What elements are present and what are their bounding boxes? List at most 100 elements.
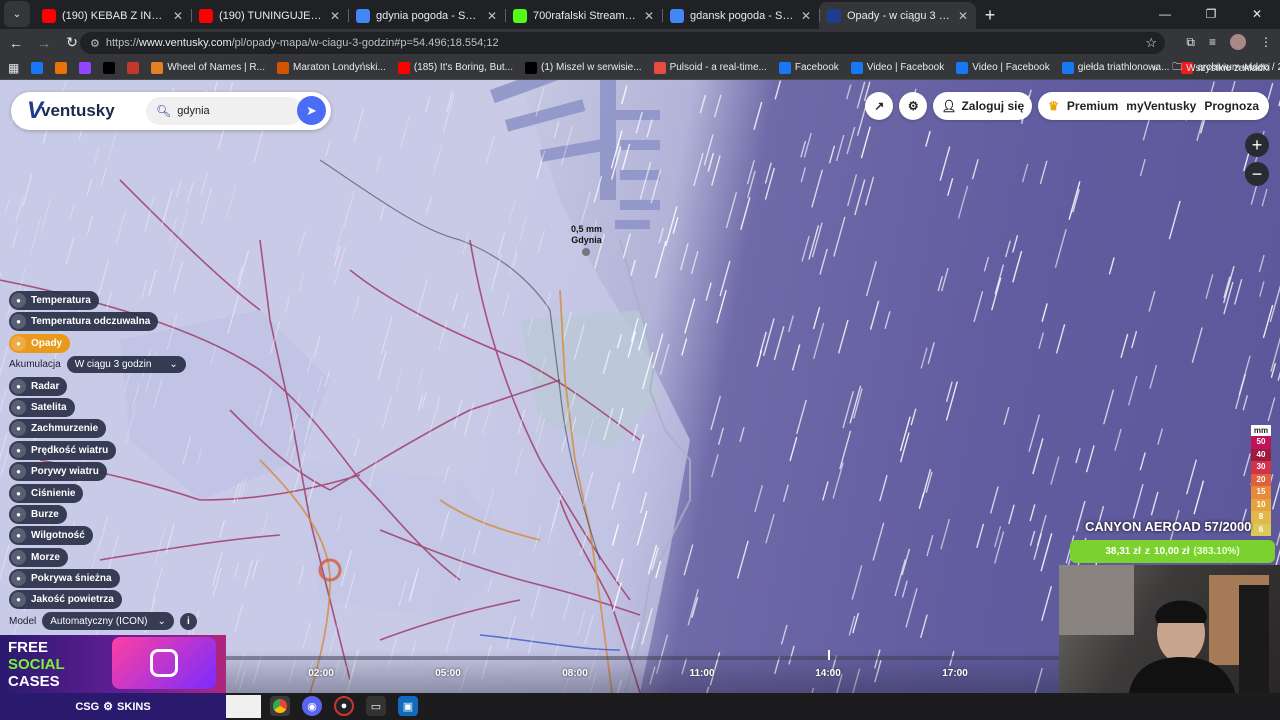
bookmark-item[interactable]: Video | Facebook	[956, 61, 1050, 74]
thermometer-feel-icon: ●	[11, 314, 26, 330]
bookmark-item[interactable]: (185) It's Boring, But...	[397, 61, 513, 74]
timeline-hour-label[interactable]: 08:00	[555, 668, 595, 679]
close-tab-icon[interactable]: ✕	[330, 9, 340, 23]
bookmark-item[interactable]: Facebook	[778, 61, 839, 74]
layer-button[interactable]: ● Porywy wiatru	[9, 462, 107, 482]
locate-me-button[interactable]: ➤	[297, 96, 326, 125]
my-ventusky-button[interactable]: myVentusky	[1126, 99, 1196, 113]
browser-tab[interactable]: (190) TUNINGUJEMY NASZEGO ✕	[191, 2, 348, 29]
info-icon[interactable]: i	[179, 612, 197, 630]
timeline-current-marker[interactable]	[828, 650, 830, 660]
bookmark-item[interactable]	[31, 61, 44, 74]
layer-button[interactable]: ● Pokrywa śnieżna	[9, 569, 120, 589]
obs-icon[interactable]: ●	[334, 696, 354, 716]
layer-button[interactable]: ● Prędkość wiatru	[9, 440, 117, 460]
media-controls-icon[interactable]: ≡	[1209, 35, 1216, 49]
layer-button[interactable]: ● Wilgotność	[9, 526, 93, 546]
model-select[interactable]: Automatyczny (ICON) ⌄	[42, 612, 174, 630]
premium-button[interactable]: Premium	[1067, 99, 1118, 113]
taskbar-search-box[interactable]	[226, 695, 261, 718]
ventusky-logo[interactable]: Vventusky	[27, 97, 115, 125]
bookmarks-overflow-icon[interactable]: »	[1153, 63, 1159, 74]
layer-button[interactable]: ● Burze	[9, 504, 67, 524]
browser-tab[interactable]: (190) KEBAB Z INSTAGRAMA W ✕	[34, 2, 191, 29]
layer-label: Satelita	[31, 401, 67, 413]
city-label[interactable]: 0,5 mm Gdynia	[571, 224, 602, 246]
timeline-track[interactable]	[226, 656, 1060, 660]
layer-button[interactable]: ● Zachmurzenie	[9, 419, 107, 439]
browser-tab[interactable]: gdynia pogoda - Szukaj w Goo ✕	[348, 2, 505, 29]
forward-button[interactable]: →	[32, 35, 56, 51]
terminal-icon[interactable]: ▭	[366, 696, 386, 716]
back-button[interactable]: ←	[4, 35, 28, 51]
extensions-icon[interactable]: ⧉	[1186, 35, 1195, 50]
timeline-hour-label[interactable]: 11:00	[682, 668, 722, 679]
tab-title: (190) KEBAB Z INSTAGRAMA W	[62, 9, 167, 22]
layer-label: Jakość powietrza	[31, 594, 114, 606]
discord-icon[interactable]: ◉	[302, 696, 322, 716]
browser-tab[interactable]: Opady - w ciągu 3 godzin – Ve ✕	[819, 2, 976, 29]
layer-button[interactable]: ● Radar	[9, 376, 68, 396]
timeline-hour-label[interactable]: 02:00	[301, 668, 341, 679]
layer-button[interactable]: ● Satelita	[9, 397, 75, 417]
settings-button[interactable]: ⚙	[899, 92, 928, 120]
share-button[interactable]: ↗	[865, 92, 894, 120]
close-window-button[interactable]: ✕	[1234, 0, 1280, 29]
login-button[interactable]: 👤︎ Zaloguj się	[933, 92, 1033, 120]
bookmark-item[interactable]: (1) Miszel w serwisie...	[525, 61, 642, 74]
layer-label: Prędkość wiatru	[31, 444, 109, 456]
external-link-icon: ↗	[874, 99, 885, 113]
layer-button[interactable]: ● Temperatura odczuwalna	[9, 312, 159, 332]
timeline-hour-label[interactable]: 05:00	[428, 668, 468, 679]
apps-grid-icon[interactable]: ▦	[8, 61, 19, 75]
legend-step: 6	[1251, 523, 1271, 536]
close-tab-icon[interactable]: ✕	[487, 9, 497, 23]
layer-button[interactable]: ● Opady	[9, 333, 71, 353]
new-tab-button[interactable]: +	[976, 5, 1004, 26]
layer-button[interactable]: ● Ciśnienie	[9, 483, 84, 503]
weather-map[interactable]: 0,5 mm Gdynia Vventusky 🔍︎ gdynia ➤ ↗ ⚙ …	[0, 80, 1280, 693]
close-tab-icon[interactable]: ✕	[958, 9, 968, 23]
restore-button[interactable]: ❐	[1188, 0, 1234, 29]
profile-avatar[interactable]	[1230, 34, 1246, 50]
address-bar[interactable]: ⚙ https://www.ventusky.com/pl/opady-mapa…	[80, 32, 1165, 54]
timeline-hour-label[interactable]: 14:00	[808, 668, 848, 679]
bookmark-item[interactable]	[79, 61, 92, 74]
tab-search-button[interactable]: ⌄	[4, 1, 30, 27]
logo-text: ventusky	[41, 101, 115, 120]
bookmark-star-icon[interactable]: ☆	[1145, 35, 1157, 51]
site-info-icon[interactable]: ⚙	[90, 37, 100, 50]
close-tab-icon[interactable]: ✕	[173, 9, 183, 23]
layer-menu: ● Temperatura ● Temperatura odczuwalna ● Opad…	[9, 290, 186, 611]
layer-button[interactable]: ● Jakość powietrza	[9, 590, 122, 610]
bookmark-item[interactable]	[55, 61, 68, 74]
ad-line-3: CASES	[8, 673, 60, 690]
search-input[interactable]: 🔍︎ gdynia	[146, 97, 303, 125]
forecast-button[interactable]: Prognoza	[1204, 99, 1259, 113]
close-tab-icon[interactable]: ✕	[644, 9, 654, 23]
model-row: Model Automatyczny (ICON) ⌄ i	[9, 612, 197, 630]
minimize-button[interactable]: —	[1142, 0, 1188, 29]
bookmark-item[interactable]	[127, 61, 140, 74]
bookmark-item[interactable]	[103, 61, 116, 74]
bookmark-item[interactable]: Pulsoid - a real-time...	[653, 61, 767, 74]
menu-dots-icon[interactable]: ⋮	[1260, 35, 1272, 49]
zoom-out-button[interactable]: −	[1245, 162, 1269, 186]
bookmark-item[interactable]: Wheel of Names | R...	[151, 61, 265, 74]
zoom-in-button[interactable]: +	[1245, 133, 1269, 157]
layer-button[interactable]: ● Temperatura	[9, 291, 99, 310]
chrome-icon[interactable]	[270, 696, 290, 716]
bookmark-item[interactable]: Maraton Londyński...	[276, 61, 386, 74]
browser-tab[interactable]: 700rafalski Stream - Watch Live ✕	[505, 2, 662, 29]
layer-button[interactable]: ● Morze	[9, 547, 68, 567]
browser-tab[interactable]: gdansk pogoda - Szukaj w Goo ✕	[662, 2, 819, 29]
close-tab-icon[interactable]: ✕	[801, 9, 811, 23]
all-bookmarks-folder[interactable]: 🗀 Wszystkie zakładki	[1172, 60, 1270, 77]
ad-line-1: FREE	[8, 639, 49, 656]
bookmark-item[interactable]: Video | Facebook	[850, 61, 944, 74]
windows-app-icon[interactable]: ▣	[398, 696, 418, 716]
accumulation-select[interactable]: W ciągu 3 godzin ⌄	[66, 356, 186, 374]
timeline-hour-label[interactable]: 17:00	[935, 668, 975, 679]
bookmarks-bar: ▦ Wheel of Names | R... Maraton Londyński…	[0, 56, 1280, 80]
precipitation-legend: mm 50 40 30 20 15 10 8 6	[1251, 425, 1271, 536]
